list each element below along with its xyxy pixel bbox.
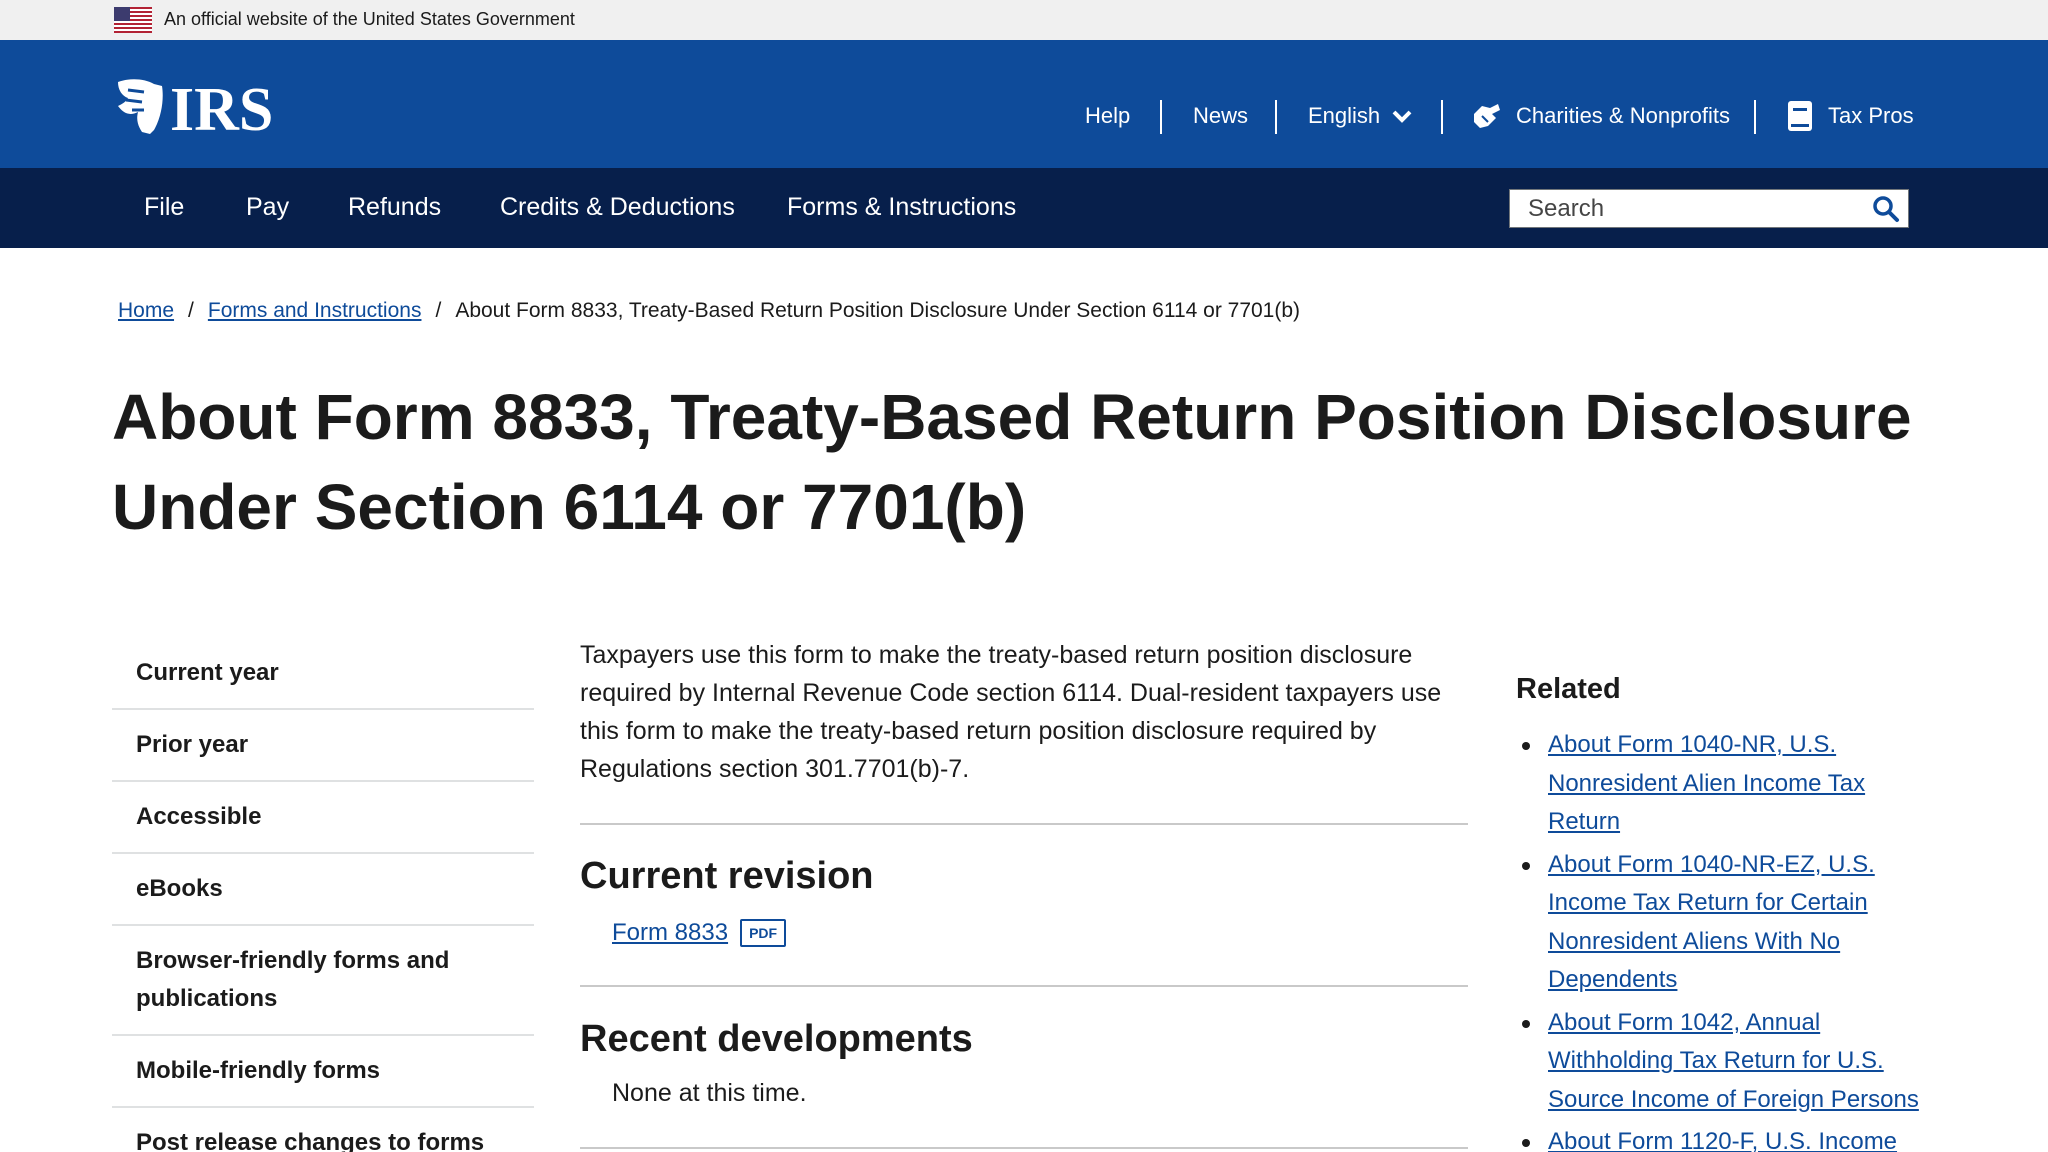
breadcrumb: Home / Forms and Instructions / About Form 8… <box>118 297 1300 325</box>
nav-credits-deductions[interactable]: Credits & Deductions <box>500 192 735 222</box>
book-icon <box>1788 101 1812 131</box>
related-link-1042[interactable]: About Form 1042, Annual Withholding Tax … <box>1548 1009 1919 1113</box>
breadcrumb-home[interactable]: Home <box>118 299 174 322</box>
breadcrumb-separator: / <box>188 299 194 322</box>
news-link[interactable]: News <box>1193 101 1248 131</box>
utility-divider <box>1160 100 1162 134</box>
language-selector[interactable]: English <box>1308 101 1412 131</box>
language-label: English <box>1308 103 1381 128</box>
recent-developments-text: None at this time. <box>612 1079 807 1107</box>
pdf-badge: PDF <box>740 919 787 947</box>
list-item: About Form 1040-NR-EZ, U.S. Income Tax R… <box>1516 846 1936 1000</box>
main-content: Taxpayers use this form to make the trea… <box>580 636 1468 788</box>
us-flag-icon <box>114 7 152 33</box>
tax-pros-label: Tax Pros <box>1828 103 1914 128</box>
breadcrumb-forms[interactable]: Forms and Instructions <box>208 299 422 322</box>
form-8833-link-row: Form 8833 PDF <box>612 916 787 950</box>
sidebar-item-browser-friendly[interactable]: Browser-friendly forms and publications <box>112 926 534 1036</box>
related-list: About Form 1040-NR, U.S. Nonresident Ali… <box>1516 726 1936 1152</box>
gov-banner-text: An official website of the United States… <box>164 9 575 29</box>
logo-text: IRS <box>170 76 273 136</box>
search-icon[interactable] <box>1872 195 1900 223</box>
irs-eagle-logo-icon: IRS <box>118 76 273 144</box>
page-title: About Form 8833, Treaty-Based Return Pos… <box>112 381 1912 543</box>
divider <box>580 985 1468 987</box>
related-link-1120f[interactable]: About Form 1120-F, U.S. Income Tax <box>1548 1128 1897 1152</box>
form-8833-link[interactable]: Form 8833 <box>612 916 728 950</box>
search-box <box>1509 189 1909 228</box>
breadcrumb-separator: / <box>435 299 442 322</box>
list-item: About Form 1040-NR, U.S. Nonresident Ali… <box>1516 726 1936 842</box>
related-link-1040nr[interactable]: About Form 1040-NR, U.S. Nonresident Ali… <box>1548 731 1865 835</box>
nav-refunds[interactable]: Refunds <box>348 192 441 222</box>
divider <box>580 1147 1468 1149</box>
divider <box>580 823 1468 825</box>
nav-forms-instructions[interactable]: Forms & Instructions <box>787 192 1016 222</box>
news-label: News <box>1193 103 1249 128</box>
recent-developments-heading: Recent developments <box>580 1018 973 1060</box>
nav-pay[interactable]: Pay <box>246 192 289 222</box>
utility-divider <box>1275 100 1277 134</box>
nav-file[interactable]: File <box>144 192 184 222</box>
utility-divider <box>1754 100 1756 134</box>
chevron-down-icon <box>1392 110 1412 123</box>
sidebar: Current year Prior year Accessible eBook… <box>112 637 534 1152</box>
gov-banner: An official website of the United States… <box>0 0 2048 40</box>
help-label: Help <box>1085 103 1131 128</box>
irs-logo[interactable]: IRS <box>114 76 286 144</box>
sidebar-item-ebooks[interactable]: eBooks <box>112 854 534 926</box>
charities-label: Charities & Nonprofits <box>1516 103 1730 128</box>
handshake-icon <box>1474 104 1500 128</box>
sidebar-item-post-release[interactable]: Post release changes to forms <box>112 1108 534 1152</box>
current-revision-heading: Current revision <box>580 855 874 897</box>
search-input[interactable] <box>1510 190 1860 227</box>
intro-paragraph: Taxpayers use this form to make the trea… <box>580 641 1442 783</box>
list-item: About Form 1120-F, U.S. Income Tax <box>1516 1123 1936 1152</box>
site-header: IRS Help News English Charities & Nonpro… <box>0 40 2048 168</box>
sidebar-item-current-year[interactable]: Current year <box>112 637 534 710</box>
charities-link[interactable]: Charities & Nonprofits <box>1472 101 1730 131</box>
sidebar-item-mobile-friendly[interactable]: Mobile-friendly forms <box>112 1036 534 1108</box>
related-link-1040nr-ez[interactable]: About Form 1040-NR-EZ, U.S. Income Tax R… <box>1548 851 1875 994</box>
sidebar-item-prior-year[interactable]: Prior year <box>112 710 534 782</box>
help-link[interactable]: Help <box>1085 101 1130 131</box>
breadcrumb-current: About Form 8833, Treaty-Based Return Pos… <box>455 299 1301 322</box>
list-item: About Form 1042, Annual Withholding Tax … <box>1516 1004 1936 1120</box>
utility-divider <box>1441 100 1443 134</box>
tax-pros-link[interactable]: Tax Pros <box>1786 101 1914 131</box>
related-heading: Related <box>1516 673 1621 705</box>
sidebar-item-accessible[interactable]: Accessible <box>112 782 534 854</box>
